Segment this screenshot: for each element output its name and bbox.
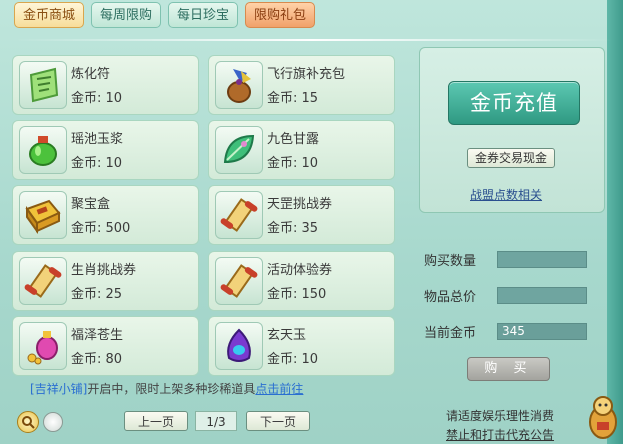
side-panel-edge [607, 0, 623, 444]
item-card[interactable]: 聚宝盒 金币: 500 [12, 185, 199, 245]
scroll-icon [19, 257, 67, 305]
item-name: 福泽苍生 [71, 328, 124, 343]
scroll-icon [215, 191, 263, 239]
tab-weekly-limited[interactable]: 每周限购 [91, 2, 162, 28]
current-gold-field: 345 [497, 323, 587, 340]
anti-proxy-notice-link[interactable]: 禁止和打击代充公告 [446, 426, 554, 443]
mascot-icon [588, 392, 618, 440]
item-price: 金币: 150 [267, 287, 327, 302]
quantity-field[interactable] [497, 251, 587, 268]
item-name: 活动体验券 [267, 263, 333, 278]
item-price: 金币: 35 [267, 221, 319, 236]
item-card[interactable]: 九色甘露 金币: 10 [208, 120, 395, 180]
item-price: 金币: 10 [71, 91, 123, 106]
item-card[interactable]: 飞行旗补充包 金币: 15 [208, 55, 395, 115]
item-price: 金币: 500 [71, 221, 131, 236]
total-price-label: 物品总价 [424, 290, 477, 305]
gold-recharge-button[interactable]: 金币充值 [448, 81, 580, 125]
shop-notice: [吉祥小铺]开启中，限时上架多种珍稀道具点击前往 [30, 380, 303, 397]
coupon-exchange-button[interactable]: 金券交易现金 [467, 148, 555, 168]
item-price: 金币: 25 [71, 287, 123, 302]
item-price: 金币: 80 [71, 352, 123, 367]
current-gold-label: 当前金币 [424, 326, 477, 341]
flag-bag-icon [215, 61, 263, 109]
item-name: 玄天玉 [267, 328, 307, 343]
purple-jade-icon [215, 322, 263, 370]
item-card[interactable]: 炼化符 金币: 10 [12, 55, 199, 115]
item-name: 炼化符 [71, 67, 111, 82]
item-price: 金币: 15 [267, 91, 319, 106]
alliance-points-link[interactable]: 战盟点数相关 [470, 186, 542, 203]
item-name: 生肖挑战券 [71, 263, 137, 278]
item-name: 聚宝盒 [71, 197, 111, 212]
recharge-panel: 金币充值 金券交易现金 战盟点数相关 [419, 47, 605, 213]
tab-gold-shop[interactable]: 金币商城 [14, 2, 85, 28]
green-talisman-icon [19, 61, 67, 109]
item-card[interactable]: 生肖挑战券 金币: 25 [12, 251, 199, 311]
circle-button-icon[interactable] [43, 412, 63, 432]
item-name: 瑶池玉浆 [71, 132, 124, 147]
item-card[interactable]: 天罡挑战券 金币: 35 [208, 185, 395, 245]
buy-button[interactable]: 购 买 [467, 357, 550, 381]
item-card[interactable]: 活动体验券 金币: 150 [208, 251, 395, 311]
consumption-tip: 请适度娱乐理性消费 [446, 409, 555, 423]
tab-daily-treasure[interactable]: 每日珍宝 [168, 2, 239, 28]
green-jar-icon [19, 126, 67, 174]
treasure-box-icon [19, 191, 67, 239]
item-name: 九色甘露 [267, 132, 320, 147]
tab-divider [12, 39, 612, 41]
item-grid: 炼化符 金币: 10 飞行旗补充包 金币: 15 瑶池玉浆 金币: 10 九色甘… [12, 55, 399, 376]
scroll-icon [215, 257, 263, 305]
item-name: 天罡挑战券 [267, 197, 333, 212]
item-price: 金币: 10 [267, 352, 319, 367]
item-price: 金币: 10 [267, 156, 319, 171]
item-price: 金币: 10 [71, 156, 123, 171]
page-indicator: 1/3 [195, 411, 237, 431]
potion-coins-icon [19, 322, 67, 370]
item-card[interactable]: 玄天玉 金币: 10 [208, 316, 395, 376]
item-name: 飞行旗补充包 [267, 67, 346, 82]
leaf-dew-icon [215, 126, 263, 174]
search-icon[interactable] [17, 411, 39, 433]
notice-text: 开启中，限时上架多种珍稀道具 [87, 382, 256, 396]
item-card[interactable]: 瑶池玉浆 金币: 10 [12, 120, 199, 180]
tab-limited-gift[interactable]: 限购礼包 [245, 2, 316, 28]
shop-tabs: 金币商城 每周限购 每日珍宝 限购礼包 [14, 2, 316, 30]
notice-shop-name: [吉祥小铺] [30, 382, 88, 396]
quantity-label: 购买数量 [424, 254, 477, 269]
notice-go-link[interactable]: 点击前往 [255, 382, 303, 396]
prev-page-button[interactable]: 上一页 [124, 411, 188, 431]
item-card[interactable]: 福泽苍生 金币: 80 [12, 316, 199, 376]
next-page-button[interactable]: 下一页 [246, 411, 310, 431]
total-price-field [497, 287, 587, 304]
